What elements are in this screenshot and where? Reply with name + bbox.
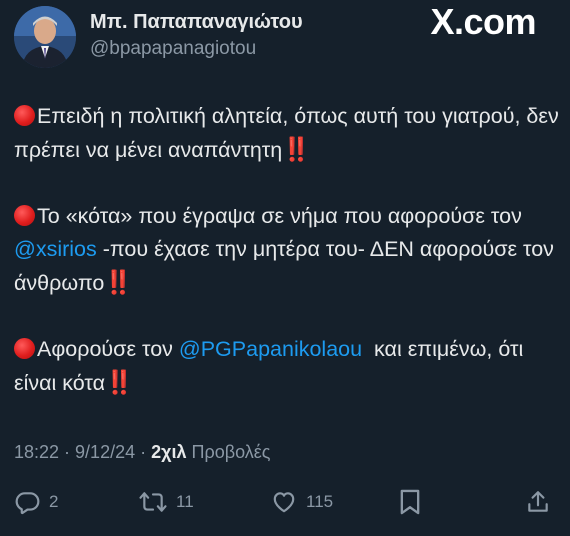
tweet-date[interactable]: 9/12/24 — [75, 442, 135, 462]
double-exclamation-icon: ‼️ — [105, 369, 134, 395]
user-handle[interactable]: @bpapapanagiotou — [90, 36, 303, 62]
views-count[interactable]: 2χιλ — [151, 442, 186, 462]
tweet-time[interactable]: 18:22 — [14, 442, 59, 462]
retweet-count: 11 — [176, 492, 194, 511]
tweet-paragraph-1: Επειδή η πολιτική αλητεία, όπως αυτή του… — [14, 100, 559, 167]
tweet-card: Μπ. Παπαπαναγιώτου @bpapapanagiotou X.co… — [0, 0, 570, 536]
author-names: Μπ. Παπαπαναγιώτου @bpapapanagiotou — [90, 10, 303, 62]
paragraph-text: Αφορούσε τον — [37, 337, 179, 361]
mention-link-pgpapanikolaou[interactable]: @PGPapanikolaou — [179, 337, 362, 361]
reply-count: 2 — [49, 492, 59, 511]
tweet-text: Επειδή η πολιτική αλητεία, όπως αυτή του… — [14, 100, 559, 433]
red-circle-icon — [14, 205, 35, 226]
meta-separator: · — [135, 442, 152, 462]
tweet-header: Μπ. Παπαπαναγιώτου @bpapapanagiotou — [14, 6, 303, 68]
share-icon — [528, 491, 548, 512]
avatar[interactable] — [14, 6, 76, 68]
heart-icon — [273, 492, 295, 513]
meta-separator: · — [59, 442, 76, 462]
reply-icon — [15, 492, 40, 515]
tweet-paragraph-2: Το «κότα» που έγραψα σε νήμα που αφορούσ… — [14, 200, 559, 300]
tweet-meta: 18:22 · 9/12/24 · 2χιλ Προβολές — [14, 440, 270, 464]
red-circle-icon — [14, 338, 35, 359]
paragraph-text: Το «κότα» που έγραψα σε νήμα που αφορούσ… — [37, 204, 522, 228]
like-count: 115 — [306, 492, 334, 511]
like-button[interactable]: 115 — [270, 489, 333, 515]
retweet-icon — [139, 492, 167, 512]
action-bar: 2 11 115 — [0, 486, 570, 520]
reply-button[interactable]: 2 — [14, 489, 58, 515]
tweet-paragraph-3: Αφορούσε τον @PGPapanikolaou και επιμένω… — [14, 333, 559, 400]
views-label: Προβολές — [186, 442, 271, 462]
display-name[interactable]: Μπ. Παπαπαναγιώτου — [90, 10, 303, 34]
x-com-watermark: X.com — [430, 1, 536, 42]
red-circle-icon — [14, 105, 35, 126]
avatar-photo-icon — [14, 6, 76, 68]
bookmark-icon — [400, 489, 420, 515]
double-exclamation-icon: ‼️ — [104, 269, 133, 295]
retweet-button[interactable]: 11 — [138, 489, 194, 515]
bookmark-button[interactable] — [398, 488, 422, 516]
share-button[interactable] — [525, 488, 551, 516]
double-exclamation-icon: ‼️ — [282, 136, 311, 162]
mention-link-xsirios[interactable]: @xsirios — [14, 237, 97, 261]
